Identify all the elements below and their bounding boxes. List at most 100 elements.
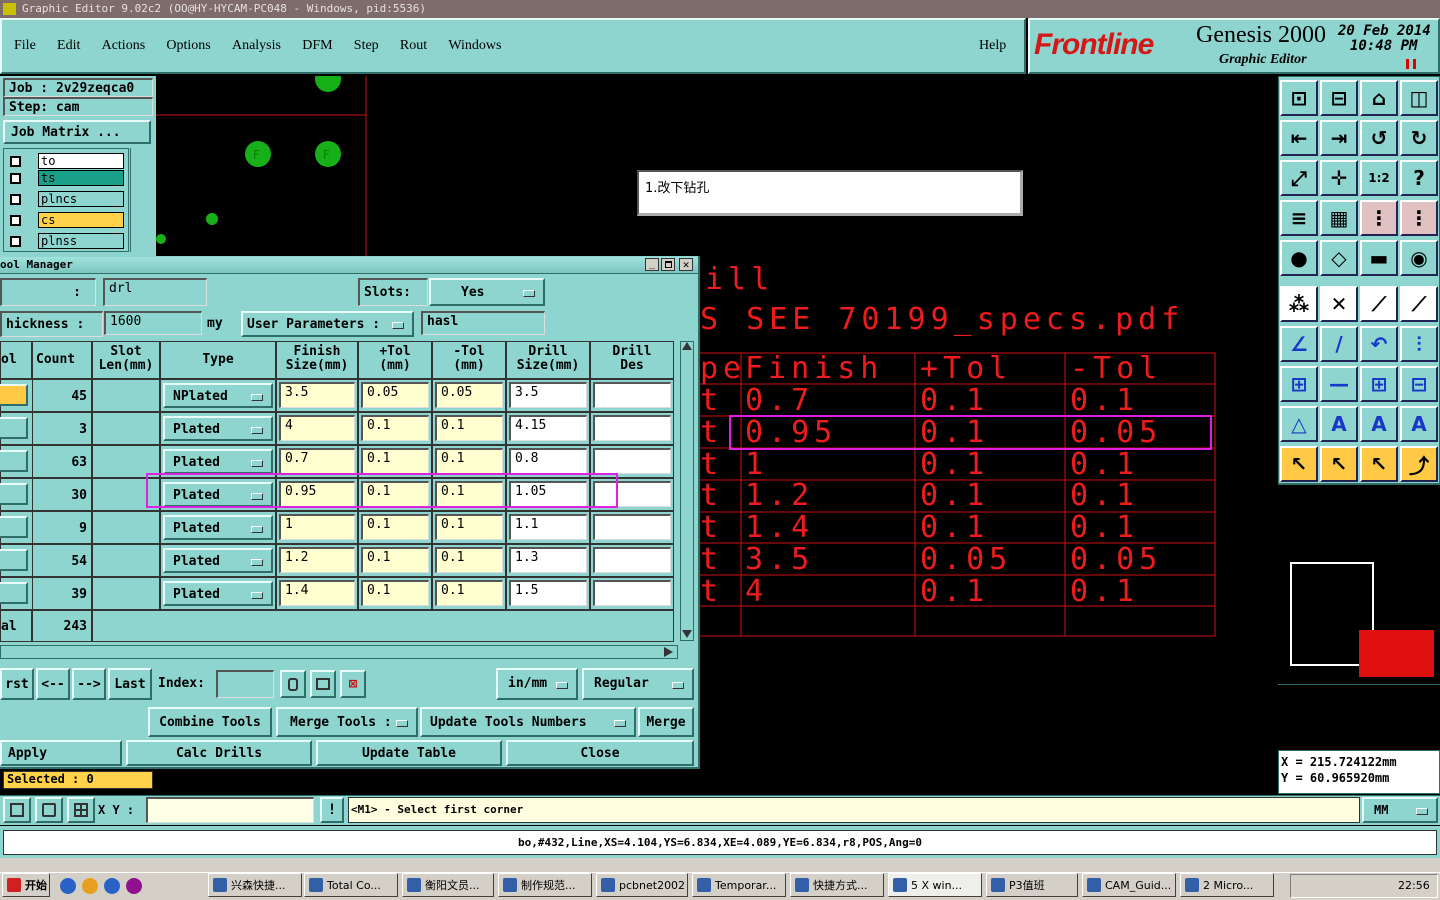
net-icon[interactable]: ⊟	[1400, 366, 1438, 402]
finish-size-input[interactable]: 1	[279, 514, 355, 540]
layer-checkbox[interactable]	[10, 194, 21, 205]
calc-drills-button[interactable]: Calc Drills	[126, 740, 312, 766]
taskbar-item[interactable]: 制作规范...	[498, 873, 592, 897]
menu-actions[interactable]: Actions	[102, 38, 146, 53]
user-parameters-label[interactable]: User Parameters :	[241, 311, 414, 337]
drill-des-input[interactable]	[593, 415, 671, 441]
angle-icon[interactable]: ∠	[1280, 326, 1318, 362]
scroll-down-arrow-icon[interactable]	[682, 630, 692, 638]
menu-step[interactable]: Step	[354, 38, 379, 53]
taskbar-item[interactable]: 兴森快捷...	[208, 873, 302, 897]
drill-size-input[interactable]: 3.5	[509, 382, 587, 408]
plus-tol-input[interactable]: 0.1	[361, 481, 429, 507]
tool-select-button[interactable]	[0, 516, 28, 538]
undo-icon[interactable]: ↺	[1360, 120, 1398, 156]
first-button[interactable]: rst	[0, 668, 34, 700]
drill-size-input[interactable]: 1.5	[509, 580, 587, 606]
slots-dropdown[interactable]: Yes	[429, 278, 545, 306]
taskbar-item[interactable]: Total Co...	[304, 873, 398, 897]
taskbar-item[interactable]: 快捷方式...	[790, 873, 884, 897]
start-button[interactable]: 开始	[2, 873, 50, 897]
layer-row-ts[interactable]: ts	[6, 170, 124, 186]
finish-size-input[interactable]: 0.7	[279, 448, 355, 474]
plus-tol-input[interactable]: 0.1	[361, 547, 429, 573]
layer-row-cs[interactable]: cs	[6, 212, 124, 228]
home-icon[interactable]: ⌂	[1360, 80, 1398, 116]
drill-des-input[interactable]	[593, 514, 671, 540]
tool-select-button[interactable]	[0, 384, 28, 406]
filter-tool-icon[interactable]	[310, 670, 336, 698]
select-icon[interactable]: ↖	[1320, 446, 1358, 482]
last-button[interactable]: Last	[108, 668, 152, 700]
taskbar-item[interactable]: pcbnet2002	[596, 873, 688, 897]
drill-des-input[interactable]	[593, 481, 671, 507]
shape-icon[interactable]: ◇	[1320, 240, 1358, 276]
close-icon[interactable]: ✕	[679, 258, 693, 271]
menu-file[interactable]: File	[14, 38, 36, 53]
help-icon[interactable]: ?	[1400, 160, 1438, 196]
minus-tol-input[interactable]: 0.05	[435, 382, 503, 408]
route-icon[interactable]: ⤴	[1400, 446, 1438, 482]
layer-checkbox[interactable]	[10, 236, 21, 247]
close-button[interactable]: Close	[506, 740, 694, 766]
minus-tol-input[interactable]: 0.1	[435, 481, 503, 507]
scroll-right-arrow-icon[interactable]	[664, 647, 673, 657]
drill-size-input[interactable]: 1.1	[509, 514, 587, 540]
plus-tol-input[interactable]: 0.1	[361, 448, 429, 474]
rotate-icon[interactable]: ↶	[1360, 326, 1398, 362]
search-tool-icon[interactable]	[280, 670, 306, 698]
thickness-input[interactable]: 1600	[104, 311, 202, 335]
plus-tol-input[interactable]: 0.1	[361, 514, 429, 540]
xy-input[interactable]	[146, 797, 314, 823]
a-cross-icon[interactable]: A	[1400, 406, 1438, 442]
table-hscroll[interactable]	[0, 645, 678, 659]
cross-icon[interactable]: ✕	[1320, 286, 1358, 322]
center-icon[interactable]: ✛	[1320, 160, 1358, 196]
pad-icon[interactable]: ●	[1280, 240, 1318, 276]
type-dropdown[interactable]: Plated	[163, 449, 273, 474]
finish-size-input[interactable]: 1.4	[279, 580, 355, 606]
menu-options[interactable]: Options	[166, 38, 210, 53]
drill-size-input[interactable]: 1.05	[509, 481, 587, 507]
drill-size-input[interactable]: 1.3	[509, 547, 587, 573]
connect-icon[interactable]: ⁂	[1280, 286, 1318, 322]
scroll-up-arrow-icon[interactable]	[682, 342, 692, 350]
fit-icon[interactable]: ⤢	[1280, 160, 1318, 196]
pointer-icon[interactable]: ↖	[1280, 446, 1318, 482]
tool-select-button[interactable]	[0, 450, 28, 472]
type-dropdown[interactable]: Plated	[163, 482, 273, 507]
taskbar-item[interactable]: CAM_Guid...	[1082, 873, 1176, 897]
drc-icon[interactable]: ⋮	[1400, 200, 1438, 236]
plus-tol-input[interactable]: 0.1	[361, 580, 429, 606]
drill-des-input[interactable]	[593, 580, 671, 606]
delete-tool-icon[interactable]: ⊠	[340, 670, 366, 698]
layer-row-plncs[interactable]: plncs	[6, 191, 124, 207]
layer-row-to[interactable]: to	[6, 153, 124, 169]
mirror-icon[interactable]: ⫶	[1400, 326, 1438, 362]
layer-row-plnss[interactable]: plnss	[6, 233, 124, 249]
ie-icon[interactable]	[60, 878, 76, 894]
type-dropdown[interactable]: Plated	[163, 581, 273, 606]
window-icon[interactable]: ◫	[1400, 80, 1438, 116]
redo-icon[interactable]: ↻	[1400, 120, 1438, 156]
drill-des-input[interactable]	[593, 382, 671, 408]
index-input[interactable]	[216, 670, 274, 698]
drill-des-input[interactable]	[593, 448, 671, 474]
job-matrix-button[interactable]: Job Matrix ...	[3, 120, 151, 144]
circle-icon[interactable]: ◉	[1400, 240, 1438, 276]
tool-select-button[interactable]	[0, 417, 28, 439]
layer-scroll[interactable]	[130, 148, 154, 252]
properties-icon[interactable]: ≡	[1280, 200, 1318, 236]
drill-size-input[interactable]: 4.15	[509, 415, 587, 441]
taskbar-item[interactable]: 2 Micro...	[1180, 873, 1274, 897]
units-selector[interactable]: MM	[1362, 797, 1438, 823]
menu-dfm[interactable]: DFM	[302, 38, 332, 53]
type-dropdown[interactable]: NPlated	[163, 383, 273, 408]
next-button[interactable]: -->	[72, 668, 106, 700]
taskbar-item[interactable]: 衡阳文员...	[402, 873, 494, 897]
menu-edit[interactable]: Edit	[57, 38, 80, 53]
tool-select-button[interactable]	[0, 549, 28, 571]
minus-tol-input[interactable]: 0.1	[435, 547, 503, 573]
measure-icon[interactable]: ⊞	[1360, 366, 1398, 402]
menu-help[interactable]: Help	[979, 38, 1006, 54]
